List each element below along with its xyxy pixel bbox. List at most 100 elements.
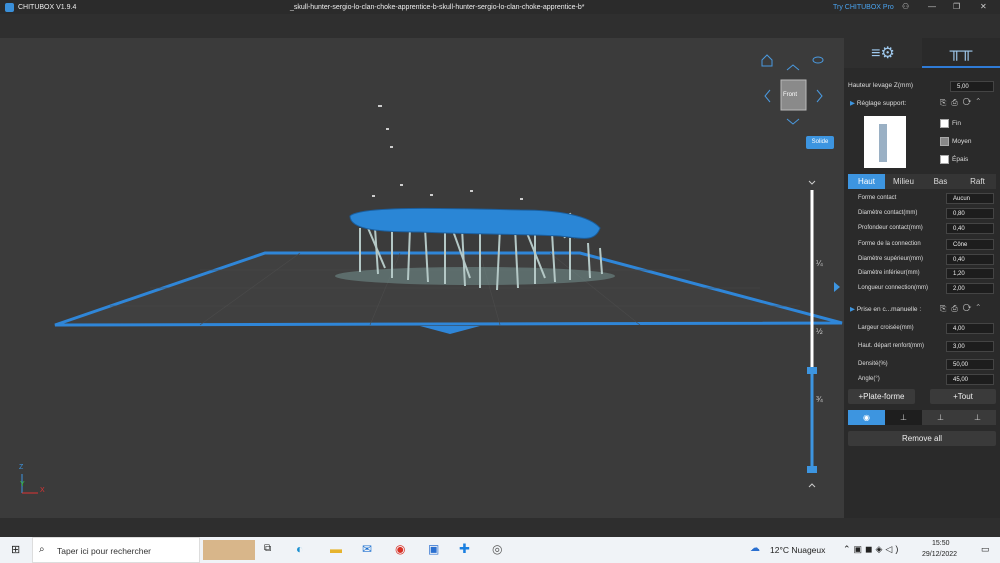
app-circle-icon[interactable]: ◎	[492, 542, 502, 556]
remove-all-button[interactable]: Remove all	[848, 431, 996, 446]
density-fin-checkbox[interactable]	[940, 119, 949, 128]
tab-bas[interactable]: Bas	[922, 174, 959, 189]
param-label: Angle(°)	[858, 376, 880, 382]
document-title: _skull-hunter-sergio-lo-clan-choke-appre…	[290, 3, 585, 11]
add-platform-button[interactable]: +Plate-forme	[848, 389, 915, 404]
support-icon: ╥╥	[949, 43, 973, 60]
contact-diameter-input[interactable]: 0,80	[946, 208, 994, 219]
app-c-icon[interactable]: ▣	[428, 542, 439, 556]
front-indicator	[420, 326, 480, 334]
windows-start-icon[interactable]: ⊞	[11, 543, 20, 556]
3d-viewport[interactable]: Front Solide ¼ ½ ¾ Z Y X	[0, 38, 844, 518]
param-label: Longueur connection(mm)	[858, 285, 929, 291]
user-icon[interactable]: ⚇	[902, 2, 909, 11]
clock-time[interactable]: 15:50	[932, 540, 950, 547]
tab-haut[interactable]: Haut	[848, 174, 885, 189]
param-label: Forme de la connection	[858, 241, 921, 247]
chevron-down-icon[interactable]	[808, 180, 816, 185]
connection-length-input[interactable]: 2,00	[946, 283, 994, 294]
slider-handle-lower[interactable]	[807, 466, 817, 473]
solid-button[interactable]: Solide	[806, 136, 834, 149]
model[interactable]	[349, 207, 601, 239]
support-actions[interactable]: ⎘⎙⟳⌃	[940, 98, 985, 108]
axis-x-label: X	[40, 487, 45, 494]
search-highlight-icon	[203, 540, 255, 560]
floating-dots	[372, 105, 523, 200]
title-bar: CHITUBOX V1.9.4 _skull-hunter-sergio-lo-…	[0, 0, 1000, 14]
status-bar	[0, 518, 1000, 537]
brace-start-input[interactable]: 3,00	[946, 341, 994, 352]
weather-text[interactable]: 12°C Nuageux	[770, 545, 825, 555]
home-icon[interactable]	[761, 54, 773, 67]
contact-shape-select[interactable]: Aucun	[946, 193, 994, 204]
density-input[interactable]: 50,00	[946, 359, 994, 370]
slider-handle-upper[interactable]	[807, 367, 817, 374]
axis-y-label: Y	[20, 481, 25, 488]
file-explorer-icon[interactable]: ▬	[330, 542, 342, 556]
app-logo-icon	[5, 2, 14, 12]
support-add-icon[interactable]: ⊥	[885, 410, 922, 425]
maximize-button[interactable]: ❐	[953, 2, 960, 11]
lift-height-label: Hauteur levage Z(mm)	[848, 82, 914, 89]
app-title: CHITUBOX V1.9.4	[18, 3, 77, 11]
cross-width-input[interactable]: 4,00	[946, 323, 994, 334]
mail-icon[interactable]: ✉	[362, 542, 372, 556]
param-label: Profondeur contact(mm)	[858, 225, 923, 231]
search-box[interactable]: ⌕ Taper ici pour rechercher	[32, 537, 200, 563]
system-tray-icons[interactable]: ⌃▣◼◈◁)	[843, 544, 901, 555]
support-preview	[864, 116, 906, 168]
density-epais-label: Épais	[952, 156, 969, 163]
manual-section: ▶ Prise en c...manuelle :	[850, 306, 922, 313]
slider-half-label: ½	[816, 327, 823, 336]
weather-icon: ☁	[750, 543, 760, 554]
support-remove-icon[interactable]: ⊥	[922, 410, 959, 425]
param-label: Densité(%)	[858, 361, 888, 367]
scene[interactable]	[0, 38, 844, 518]
minimize-button[interactable]: —	[928, 2, 936, 11]
chrome-icon[interactable]: ◉	[395, 542, 405, 556]
density-epais-checkbox[interactable]	[940, 155, 949, 164]
manual-actions[interactable]: ⎘⎙⟳⌃	[940, 304, 985, 314]
chevron-up-icon[interactable]	[808, 483, 816, 488]
axis-z-label: Z	[19, 464, 24, 471]
param-label: Largeur croisée(mm)	[858, 325, 914, 331]
param-label: Diamètre supérieur(mm)	[858, 256, 924, 262]
add-all-button[interactable]: +Tout	[930, 389, 996, 404]
notification-icon[interactable]: ▭	[981, 544, 990, 555]
gear-icon: ≡⚙	[871, 45, 895, 62]
param-label: Diamètre contact(mm)	[858, 210, 918, 216]
task-view-icon[interactable]: ⧉	[264, 543, 271, 554]
slider-quarter-label: ¼	[816, 259, 823, 268]
clock-date[interactable]: 29/12/2022	[922, 551, 957, 558]
contact-depth-input[interactable]: 0,40	[946, 223, 994, 234]
tab-raft[interactable]: Raft	[959, 174, 996, 189]
view-cube-label: Front	[783, 92, 798, 98]
density-moyen-checkbox[interactable]	[940, 137, 949, 146]
support-settings-label: ▶ Réglage support:	[850, 100, 907, 107]
param-label: Forme contact	[858, 195, 897, 201]
tab-milieu[interactable]: Milieu	[885, 174, 922, 189]
param-label: Haut. départ renfort(mm)	[858, 343, 925, 349]
support-tools: ◉ ⊥ ⊥ ⊥	[848, 410, 996, 425]
panel-tabs: ≡⚙ ╥╥	[844, 38, 1000, 68]
lower-diameter-input[interactable]: 1,20	[946, 268, 994, 279]
search-placeholder: Taper ici pour rechercher	[57, 546, 152, 556]
tab-supports[interactable]: ╥╥	[922, 38, 1000, 68]
close-button[interactable]: ✕	[980, 2, 987, 11]
tab-settings[interactable]: ≡⚙	[844, 38, 922, 68]
upper-diameter-input[interactable]: 0,40	[946, 254, 994, 265]
lift-height-input[interactable]: 5,00	[950, 81, 994, 92]
eye-view-icon[interactable]	[812, 56, 824, 64]
try-pro-link[interactable]: Try CHITUBOX Pro	[833, 4, 894, 11]
angle-input[interactable]: 45,00	[946, 374, 994, 385]
chitubox-icon[interactable]: ✚	[459, 541, 470, 557]
eye-icon[interactable]: ◉	[848, 410, 885, 425]
support-edit-icon[interactable]: ⊥	[959, 410, 996, 425]
edge-icon[interactable]: ◐	[296, 542, 303, 556]
taskbar: ⊞ ⌕ Taper ici pour rechercher ⧉ ◐ ▬ ✉ ◉ …	[0, 537, 1000, 563]
support-panel	[844, 38, 1000, 520]
support-tabs: Haut Milieu Bas Raft	[848, 174, 996, 189]
panel-collapse-arrow[interactable]	[834, 282, 840, 292]
support-settings-text: Réglage support:	[856, 100, 907, 107]
connection-shape-select[interactable]: Cône	[946, 239, 994, 250]
